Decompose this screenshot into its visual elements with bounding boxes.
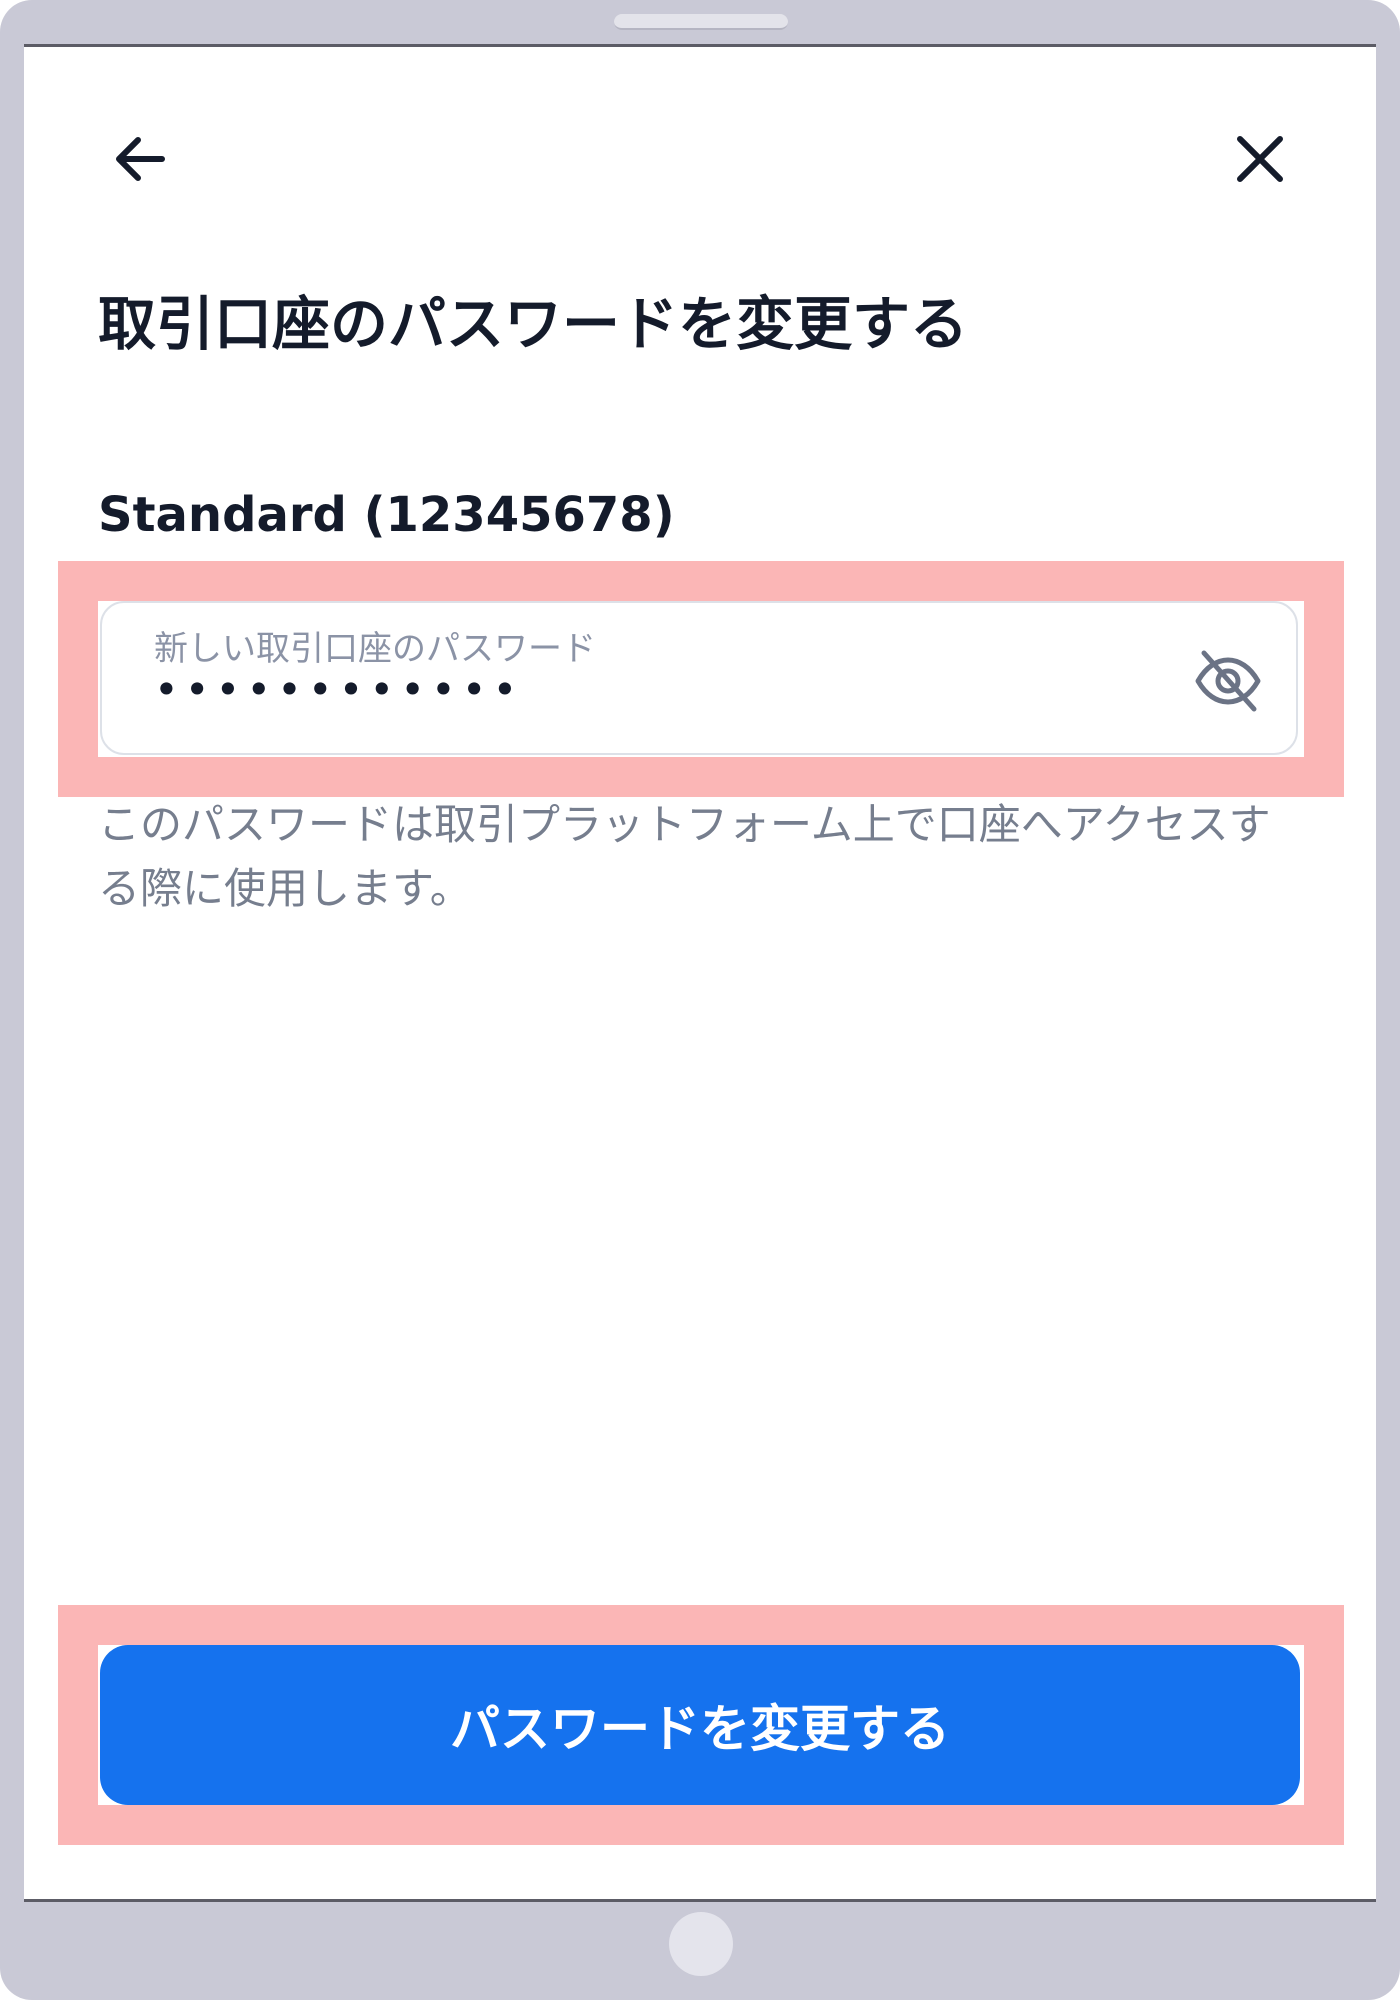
password-input-value[interactable]: ••••••••••••	[154, 665, 523, 714]
eye-off-icon	[1195, 650, 1261, 712]
arrow-left-icon	[116, 137, 165, 181]
close-button[interactable]	[1220, 119, 1300, 199]
password-visibility-toggle[interactable]	[1188, 641, 1268, 721]
change-password-button[interactable]: パスワードを変更する	[100, 1645, 1300, 1805]
back-button[interactable]	[100, 119, 180, 199]
app-screen: 取引口座のパスワードを変更する Standard (12345678) 新しい取…	[24, 44, 1376, 1902]
home-button[interactable]	[669, 1912, 733, 1976]
close-icon	[1237, 136, 1283, 182]
new-password-field[interactable]: 新しい取引口座のパスワード ••••••••••••	[100, 601, 1298, 755]
password-helper-text: このパスワードは取引プラットフォーム上で口座へアクセスする際に使用します。	[98, 800, 1271, 913]
speaker-grille	[614, 14, 788, 30]
account-label: Standard (12345678)	[98, 487, 675, 543]
password-field-label: 新しい取引口座のパスワード	[154, 629, 596, 669]
page-title: 取引口座のパスワードを変更する	[98, 290, 969, 358]
tablet-frame: 取引口座のパスワードを変更する Standard (12345678) 新しい取…	[0, 0, 1400, 2000]
